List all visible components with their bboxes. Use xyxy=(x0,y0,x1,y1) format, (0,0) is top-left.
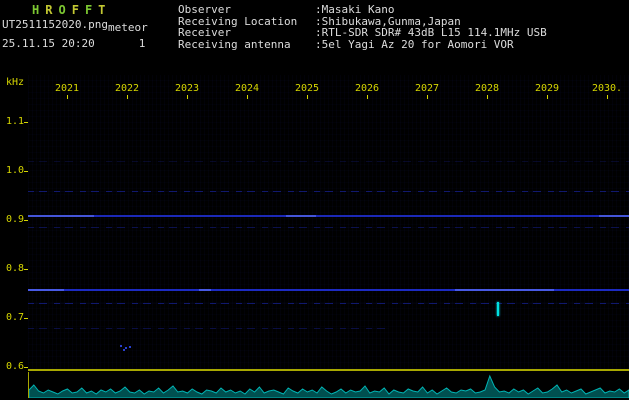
image-counter: 1 xyxy=(138,37,146,50)
info-row-antenna: Receiving antenna :5el Yagi Az 20 for Aom… xyxy=(178,37,547,51)
y-axis-label: 0.9 xyxy=(5,214,24,225)
x-axis-label: 2023 xyxy=(174,83,200,94)
app-logo: HROFFT xyxy=(32,3,111,17)
carrier-band xyxy=(28,289,629,291)
logo-letter: F xyxy=(84,3,93,17)
noise-dot xyxy=(120,345,122,347)
carrier-band-bright-segment xyxy=(28,289,65,291)
noise-dot xyxy=(129,346,131,348)
y-axis-label: 0.7 xyxy=(5,312,24,323)
y-axis-tick xyxy=(24,318,28,319)
carrier-band-bright-segment xyxy=(598,215,629,217)
carrier-band xyxy=(28,161,629,162)
y-axis-tick xyxy=(24,220,28,221)
x-axis-tick xyxy=(427,95,428,99)
x-axis-label: 2029 xyxy=(534,83,560,94)
logo-letter: F xyxy=(71,3,79,17)
x-axis-tick xyxy=(127,95,128,99)
x-axis-tick xyxy=(487,95,488,99)
carrier-band-bright-segment xyxy=(28,215,95,217)
y-axis-tick xyxy=(24,122,28,123)
y-axis-tick xyxy=(24,367,28,368)
y-axis-label: 0.8 xyxy=(5,263,24,274)
info-label: Observer xyxy=(178,3,231,16)
y-axis-label: 0.6 xyxy=(5,361,24,372)
logo-letter: O xyxy=(58,3,66,17)
meteor-echo-mark xyxy=(497,302,499,316)
signal-level-plot xyxy=(28,372,629,399)
x-axis-label: 2027 xyxy=(414,83,440,94)
x-axis-tick xyxy=(367,95,368,99)
info-value: :5el Yagi Az 20 for Aomori VOR xyxy=(315,37,514,51)
carrier-band xyxy=(28,328,389,329)
carrier-band-bright-segment xyxy=(286,215,317,217)
level-trace-svg xyxy=(28,374,629,399)
y-axis-unit: kHz xyxy=(5,77,24,88)
spectrogram xyxy=(28,75,629,369)
info-label: Receiving antenna xyxy=(178,37,291,51)
logo-letter: H xyxy=(32,3,40,17)
carrier-band xyxy=(28,227,629,228)
y-axis-label: 1.0 xyxy=(5,165,24,176)
x-axis-tick xyxy=(547,95,548,99)
date-line: 25.11.15 20:20 1 xyxy=(2,37,145,50)
x-axis-label: 2030. xyxy=(591,83,623,94)
x-axis-label: 2024 xyxy=(234,83,260,94)
carrier-band-bright-segment xyxy=(199,289,212,291)
frequency-axis-baseline xyxy=(28,369,629,371)
y-axis-tick xyxy=(24,171,28,172)
carrier-band-bright-segment xyxy=(454,289,554,291)
observation-datetime: 25.11.15 20:20 xyxy=(2,37,95,50)
observation-comment: meteor xyxy=(107,21,148,34)
x-axis-label: 2022 xyxy=(114,83,140,94)
y-axis-label: 1.1 xyxy=(5,116,24,127)
station-info: Observer:Masaki Kano Receiving Location:… xyxy=(178,4,547,50)
x-axis-tick xyxy=(247,95,248,99)
x-axis-tick xyxy=(187,95,188,99)
noise-dot xyxy=(123,349,125,351)
ut-filename: UT2511152020.png xyxy=(2,18,108,31)
x-axis-label: 2021 xyxy=(54,83,80,94)
hrofft-output: HROFFT UT2511152020.pngmeteor 25.11.15 2… xyxy=(0,0,629,400)
y-axis-tick xyxy=(24,269,28,270)
logo-letter: T xyxy=(98,3,106,17)
file-line: UT2511152020.pngmeteor xyxy=(2,18,148,34)
logo-letter: R xyxy=(45,3,53,17)
carrier-band xyxy=(28,303,629,304)
carrier-band xyxy=(28,215,629,217)
x-axis-tick xyxy=(67,95,68,99)
noise-dot xyxy=(125,347,127,349)
carrier-band xyxy=(28,191,629,192)
x-axis-label: 2026 xyxy=(354,83,380,94)
info-label: Receiver xyxy=(178,26,231,39)
x-axis-label: 2028 xyxy=(474,83,500,94)
x-axis-tick xyxy=(607,95,608,99)
x-axis-label: 2025 xyxy=(294,83,320,94)
x-axis-tick xyxy=(307,95,308,99)
